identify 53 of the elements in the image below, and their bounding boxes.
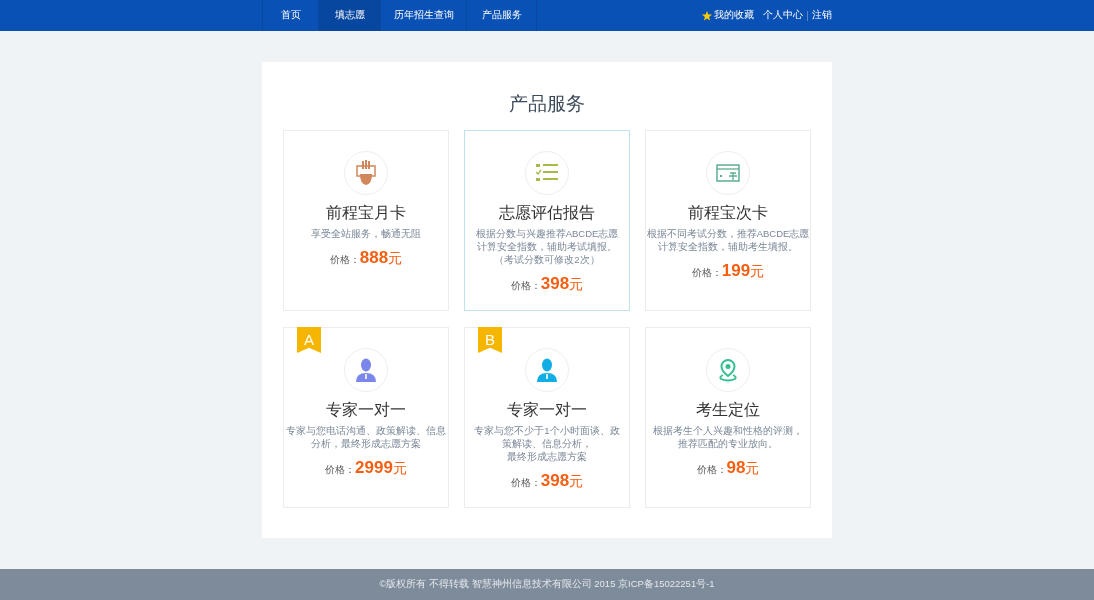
ribbon-badge: B bbox=[478, 327, 502, 353]
card-title: 志愿评估报告 bbox=[499, 203, 595, 223]
price: 2999 bbox=[355, 457, 393, 479]
price-unit: 元 bbox=[392, 459, 407, 478]
card-description: 享受全站服务，畅通无阻 bbox=[311, 227, 421, 240]
price-label: 价格： bbox=[691, 266, 722, 280]
copyright-text: ©版权所有 不得转载 智慧神州信息技术有限公司 2015 京ICP备15022251号-1 bbox=[379, 577, 715, 592]
product-card[interactable]: 前程宝月卡 享受全站服务，畅通无阻 价格：888元 bbox=[283, 130, 449, 311]
price: 398 bbox=[540, 470, 570, 492]
price: 98 bbox=[726, 457, 746, 479]
card-title: 专家一对一 bbox=[507, 400, 587, 420]
checklist-icon bbox=[536, 164, 558, 182]
nav-tab[interactable]: 产品服务 bbox=[466, 0, 536, 31]
page-title: 产品服务 bbox=[508, 92, 586, 116]
card-title: 前程宝月卡 bbox=[326, 203, 406, 223]
card-description: 专家与您不少于1个小时面谈、政 策解读、信息分析， 最终形成志愿方案 bbox=[474, 424, 620, 463]
product-card[interactable]: 考生定位 根据考生个人兴趣和性格的评测， 推荐匹配的专业放向。 价格：98元 bbox=[645, 327, 811, 508]
product-card[interactable]: 志愿评估报告 根据分数与兴趣推荐ABCDE志愿 计算安全指数，辅助考试填报。 （考试分数可修改2次） 价格：398元 bbox=[464, 130, 630, 311]
card-description: 专家与您电话沟通、政策解读、信息 分析，最终形成志愿方案 bbox=[286, 424, 446, 450]
location-pin-icon bbox=[718, 358, 738, 382]
product-card[interactable]: A 专家一对一 专家与您电话沟通、政策解读、信息 分析，最终形成志愿方案 价格：2999元 bbox=[283, 327, 449, 508]
price: 398 bbox=[540, 273, 570, 295]
price-label: 价格： bbox=[325, 464, 356, 477]
person-icon bbox=[356, 358, 376, 382]
logout-link[interactable]: 注销 bbox=[812, 8, 832, 23]
product-card[interactable]: 前程宝次卡 根据不同考试分数，推荐ABCDE志愿 计算安全指数，辅助考生填报。 价格：199元 bbox=[645, 130, 811, 311]
favorites-link[interactable]: 我的收藏 bbox=[714, 8, 754, 23]
card-description: 根据不同考试分数，推荐ABCDE志愿 计算安全指数，辅助考生填报。 bbox=[646, 227, 810, 253]
price-unit: 元 bbox=[569, 275, 584, 294]
card-icon bbox=[716, 164, 740, 182]
card-description: 根据考生个人兴趣和性格的评测， 推荐匹配的专业放向。 bbox=[653, 424, 803, 450]
price-label: 价格： bbox=[696, 463, 727, 477]
card-title: 前程宝次卡 bbox=[688, 203, 768, 223]
nav-tab[interactable]: 历年招生查询 bbox=[380, 0, 466, 31]
price-unit: 元 bbox=[750, 262, 765, 281]
hand-money-icon bbox=[354, 160, 378, 186]
price-label: 价格： bbox=[510, 476, 541, 490]
card-title: 专家一对一 bbox=[326, 400, 406, 420]
ribbon-badge: A bbox=[297, 327, 321, 353]
price: 888 bbox=[359, 247, 389, 269]
star-icon bbox=[702, 10, 712, 21]
price-unit: 元 bbox=[569, 472, 584, 491]
price-label: 价格： bbox=[510, 279, 541, 293]
price: 199 bbox=[721, 260, 751, 282]
price-unit: 元 bbox=[745, 459, 760, 478]
card-description: 根据分数与兴趣推荐ABCDE志愿 计算安全指数，辅助考试填报。 （考试分数可修改2次） bbox=[475, 227, 619, 266]
nav-tab[interactable]: 填志愿 bbox=[318, 0, 380, 31]
card-title: 考生定位 bbox=[696, 400, 760, 420]
user-center-link[interactable]: 个人中心 bbox=[763, 8, 803, 23]
person-icon bbox=[537, 358, 557, 382]
product-card[interactable]: B 专家一对一 专家与您不少于1个小时面谈、政 策解读、信息分析， 最终形成志愿方案 价格：398元 bbox=[464, 327, 630, 508]
price-label: 价格： bbox=[329, 253, 360, 267]
price-unit: 元 bbox=[388, 249, 403, 268]
